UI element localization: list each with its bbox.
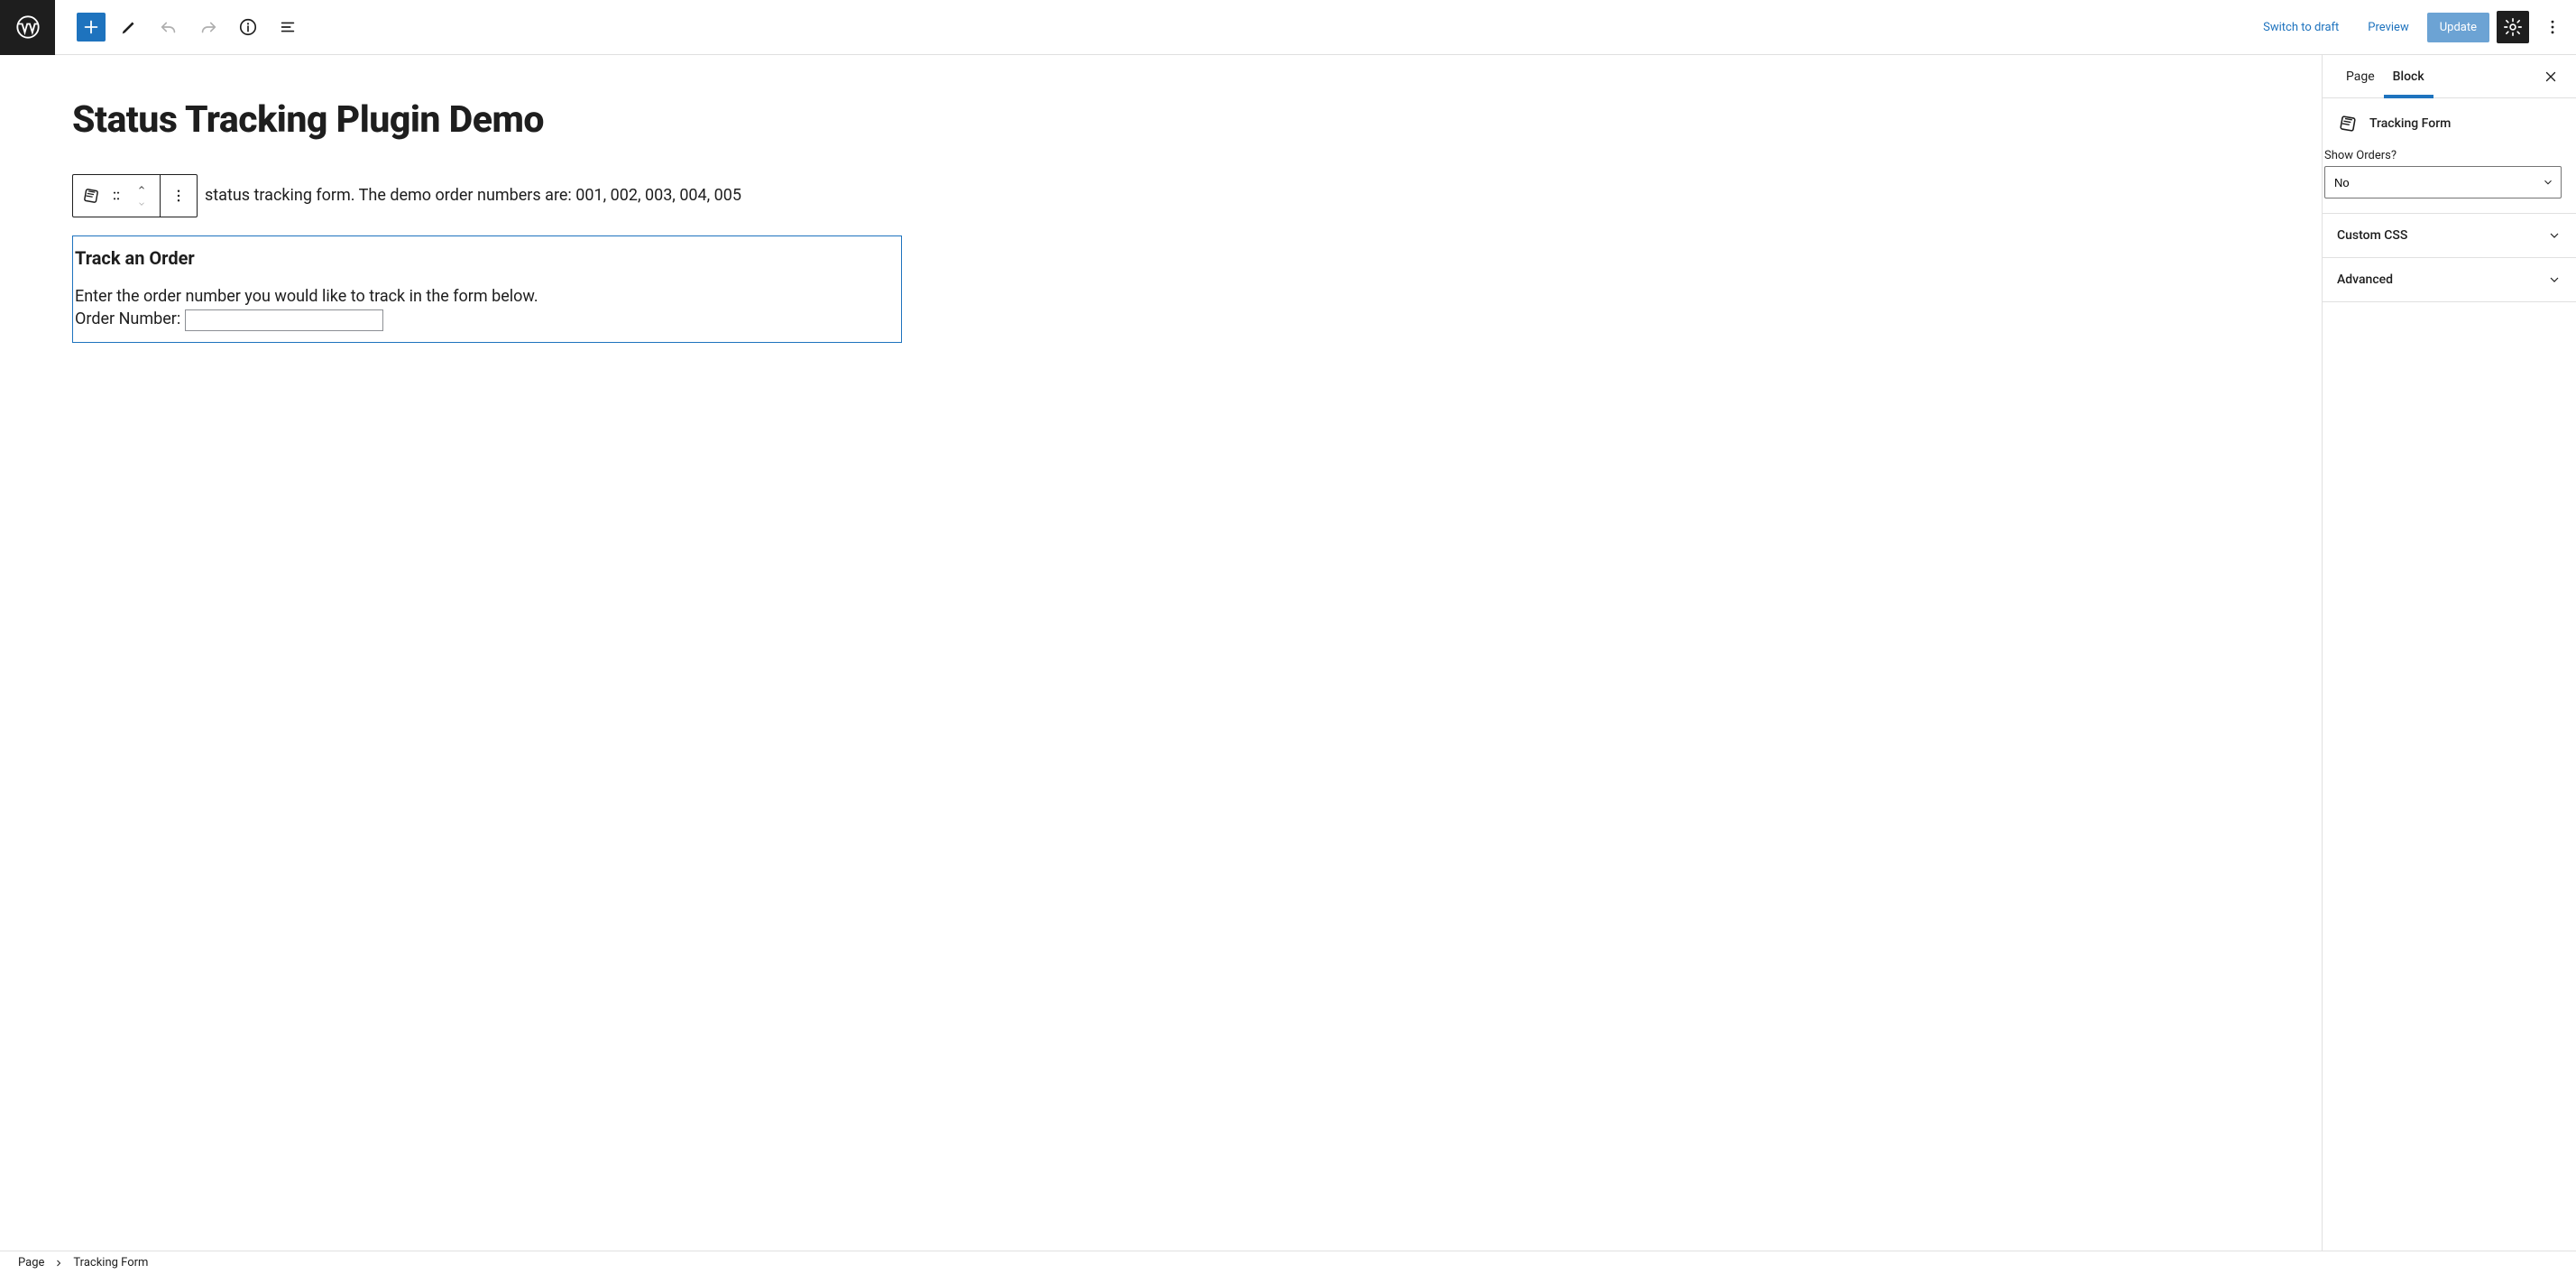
editor-canvas: Status Tracking Plugin Demo <box>0 55 2322 1251</box>
add-block-button[interactable] <box>77 13 106 42</box>
redo-icon <box>198 17 218 37</box>
tracking-form-icon <box>2337 113 2359 134</box>
sidebar-tabs: Page Block <box>2323 55 2576 98</box>
options-button[interactable] <box>2536 11 2569 43</box>
sidebar-block-header: Tracking Form <box>2323 98 2576 149</box>
editor-body: Status Tracking Plugin Demo <box>0 55 2576 1251</box>
tab-page[interactable]: Page <box>2337 55 2384 98</box>
update-button[interactable]: Update <box>2427 13 2489 42</box>
drag-icon <box>109 189 124 203</box>
redo-button <box>192 11 225 43</box>
chevron-down-icon <box>2547 228 2562 243</box>
toolbar-left <box>55 11 304 43</box>
undo-button <box>152 11 185 43</box>
chevron-down-icon <box>2547 272 2562 287</box>
block-row: status tracking form. The demo order num… <box>72 174 2249 217</box>
show-orders-field: Show Orders? No <box>2323 149 2576 213</box>
tab-block[interactable]: Block <box>2384 55 2433 98</box>
panel-advanced[interactable]: Advanced <box>2323 257 2576 302</box>
plus-icon <box>81 17 101 37</box>
undo-icon <box>159 17 179 37</box>
chevron-right-icon <box>53 1258 64 1269</box>
close-sidebar-button[interactable] <box>2540 66 2562 88</box>
order-number-label: Order Number: <box>75 309 180 328</box>
block-type-button[interactable] <box>78 174 104 217</box>
chevron-down-icon <box>135 199 148 208</box>
wordpress-logo-icon <box>15 14 41 40</box>
gear-icon <box>2503 17 2523 37</box>
toolbar-right: Switch to draft Preview Update <box>2252 11 2576 43</box>
vertical-dots-icon <box>2544 18 2562 36</box>
breadcrumb-root[interactable]: Page <box>18 1256 44 1269</box>
close-icon <box>2543 69 2559 85</box>
settings-sidebar: Page Block Tracking Form Show Orders? No… <box>2322 55 2576 1251</box>
tracking-heading: Track an Order <box>73 247 901 269</box>
chevron-up-icon <box>135 183 148 192</box>
tracking-form-block[interactable]: Track an Order Enter the order number yo… <box>72 235 902 343</box>
block-movers <box>129 174 154 217</box>
preview-button[interactable]: Preview <box>2357 14 2419 42</box>
show-orders-label: Show Orders? <box>2323 149 2562 162</box>
move-down-button[interactable] <box>135 196 148 212</box>
panel-custom-css-title: Custom CSS <box>2337 228 2407 243</box>
editor-top-bar: Switch to draft Preview Update <box>0 0 2576 55</box>
order-number-input[interactable] <box>185 309 383 331</box>
page-title[interactable]: Status Tracking Plugin Demo <box>72 98 2249 142</box>
tools-button[interactable] <box>113 11 145 43</box>
intro-paragraph[interactable]: status tracking form. The demo order num… <box>205 174 741 208</box>
show-orders-select[interactable]: No <box>2324 166 2562 198</box>
order-number-row: Order Number: <box>73 309 901 331</box>
drag-handle[interactable] <box>104 174 129 217</box>
details-button[interactable] <box>232 11 264 43</box>
breadcrumb-current[interactable]: Tracking Form <box>73 1256 148 1269</box>
outline-button[interactable] <box>271 11 304 43</box>
wp-logo-home[interactable] <box>0 0 55 55</box>
move-up-button[interactable] <box>135 180 148 196</box>
breadcrumb-separator <box>53 1258 64 1269</box>
settings-button[interactable] <box>2497 11 2529 43</box>
block-options-button[interactable] <box>166 174 191 217</box>
tracking-form-icon <box>81 186 101 206</box>
pencil-icon <box>119 17 139 37</box>
breadcrumb-bar: Page Tracking Form <box>0 1251 2576 1274</box>
block-toolbar <box>72 174 198 217</box>
list-view-icon <box>278 17 298 37</box>
tracking-instructions: Enter the order number you would like to… <box>73 287 901 306</box>
vertical-dots-icon <box>170 188 187 204</box>
panel-custom-css[interactable]: Custom CSS <box>2323 213 2576 257</box>
switch-to-draft-button[interactable]: Switch to draft <box>2252 14 2350 42</box>
panel-advanced-title: Advanced <box>2337 272 2393 287</box>
info-icon <box>238 17 258 37</box>
sidebar-block-name: Tracking Form <box>2369 116 2451 131</box>
